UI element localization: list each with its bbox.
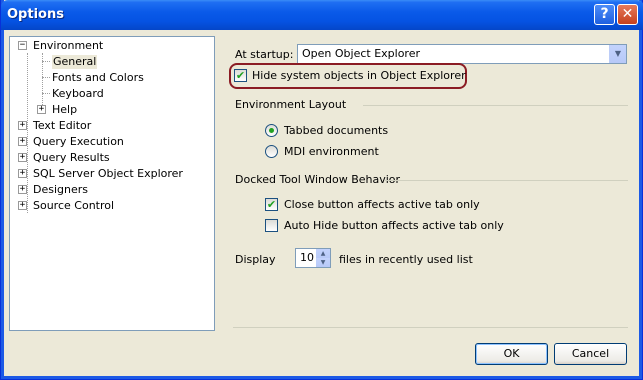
tree-item-label: Keyboard <box>52 87 104 100</box>
chevron-down-icon[interactable]: ▼ <box>609 45 626 63</box>
tree-item-label: Designers <box>33 183 88 196</box>
ok-button[interactable]: OK <box>475 343 548 365</box>
tree-connector <box>42 93 50 94</box>
display-label: Display <box>235 253 276 266</box>
tree-item-label: General <box>52 55 98 69</box>
close-button[interactable]: ✕ <box>617 4 638 25</box>
help-button[interactable]: ? <box>594 4 615 25</box>
close-button-checkbox[interactable]: ✔ <box>265 198 278 211</box>
expand-icon[interactable]: + <box>18 153 27 162</box>
autohide-label: Auto Hide button affects active tab only <box>284 219 504 232</box>
options-dialog: Options ? ✕ − Environment General Fonts … <box>0 0 643 380</box>
expand-icon[interactable]: + <box>18 201 27 210</box>
spin-up-icon[interactable]: ▲ <box>316 249 330 258</box>
expand-icon[interactable]: + <box>18 137 27 146</box>
button-divider <box>233 327 628 328</box>
help-icon: ? <box>600 6 609 22</box>
group-divider <box>385 180 628 181</box>
startup-combo[interactable]: Open Object Explorer ▼ <box>297 44 627 64</box>
startup-value: Open Object Explorer <box>302 47 420 60</box>
spin-down-icon[interactable]: ▼ <box>316 258 330 267</box>
tree-item-label: Query Execution <box>33 135 124 148</box>
display-suffix: files in recently used list <box>339 253 473 266</box>
tree-connector <box>42 61 50 62</box>
group-divider <box>363 105 628 106</box>
docked-header: Docked Tool Window Behavior <box>235 173 401 186</box>
check-icon: ✔ <box>266 198 277 211</box>
startup-label: At startup: <box>235 48 294 61</box>
mdi-radio[interactable] <box>265 145 278 158</box>
tree-item-label: Fonts and Colors <box>52 71 144 84</box>
window-title: Options <box>7 7 64 22</box>
collapse-icon[interactable]: − <box>18 41 27 50</box>
tree-connector <box>27 53 28 213</box>
recent-files-value: 10 <box>300 251 314 264</box>
title-bar[interactable]: Options ? ✕ <box>1 0 643 30</box>
expand-icon[interactable]: + <box>18 121 27 130</box>
tree-item-label: Help <box>52 103 78 116</box>
tabbed-label: Tabbed documents <box>284 124 389 137</box>
cancel-button[interactable]: Cancel <box>554 343 627 365</box>
mdi-label: MDI environment <box>284 145 379 158</box>
check-icon: ✔ <box>235 69 246 82</box>
recent-files-spinner[interactable]: 10 ▲ ▼ <box>295 248 331 268</box>
expand-icon[interactable]: + <box>18 185 27 194</box>
autohide-checkbox[interactable] <box>265 219 278 232</box>
expand-icon[interactable]: + <box>18 169 27 178</box>
options-tree[interactable]: − Environment General Fonts and Colors K… <box>9 36 215 331</box>
hide-system-label: Hide system objects in Object Explorer <box>252 69 466 82</box>
env-layout-header: Environment Layout <box>235 98 347 111</box>
tree-item-label: Query Results <box>33 151 110 164</box>
tree-item-label: SQL Server Object Explorer <box>33 167 183 180</box>
tree-item-label: Text Editor <box>33 119 92 132</box>
expand-icon[interactable]: + <box>37 105 46 114</box>
tree-item-label: Source Control <box>33 199 115 212</box>
radio-selected-dot <box>269 128 274 133</box>
hide-system-checkbox[interactable]: ✔ <box>234 69 247 82</box>
tree-item-label: Environment <box>33 39 104 52</box>
tree-connector <box>42 77 50 78</box>
tabbed-radio[interactable] <box>265 124 278 137</box>
close-button-label: Close button affects active tab only <box>284 198 480 211</box>
close-icon: ✕ <box>621 6 634 22</box>
